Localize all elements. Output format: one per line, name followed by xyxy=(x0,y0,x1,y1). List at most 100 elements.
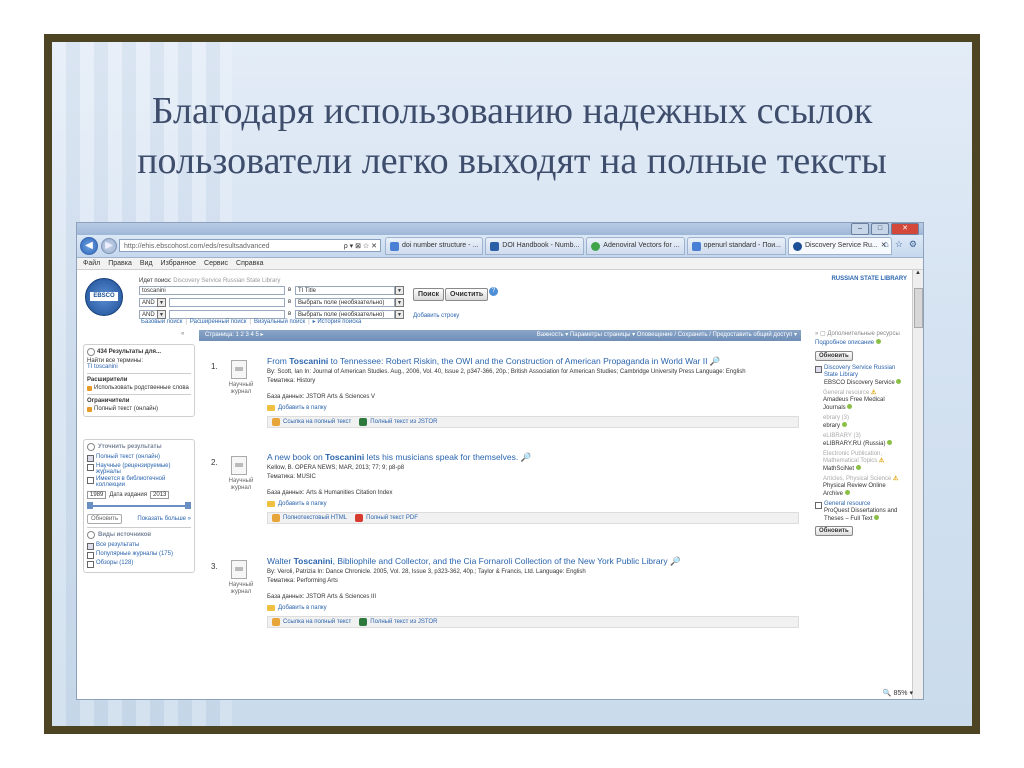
journal-icon[interactable] xyxy=(231,560,247,579)
resource-item[interactable]: General resource ProQuest Dissertations a… xyxy=(815,501,907,523)
html-fulltext-link[interactable]: Полнотекстовый HTML xyxy=(272,514,347,522)
search-history-link[interactable]: ▸ История поиска xyxy=(313,319,362,325)
tab-discovery-service[interactable]: Discovery Service Ru... ✕ xyxy=(788,237,892,255)
jstor-link[interactable]: Полный текст из JSTOR xyxy=(359,418,437,426)
menu-view[interactable]: Вид xyxy=(140,258,153,269)
chevron-down-icon[interactable]: ▼ xyxy=(395,298,404,307)
expand-icon[interactable] xyxy=(87,531,95,539)
close-icon[interactable]: ✕ xyxy=(891,223,919,235)
advanced-search-link[interactable]: Расширенный поиск xyxy=(190,319,247,325)
menu-favorites[interactable]: Избранное xyxy=(161,258,196,269)
back-button[interactable]: ◀ xyxy=(80,237,98,255)
search-button[interactable]: Поиск xyxy=(413,288,445,301)
add-to-folder-link[interactable]: Добавить в папку xyxy=(267,501,327,507)
checkbox[interactable] xyxy=(815,366,822,373)
slider-handle-left[interactable] xyxy=(87,502,93,509)
search-term-input[interactable]: toscanini xyxy=(139,286,285,295)
zoom-level[interactable]: 🔍 85% ▾ xyxy=(883,689,913,697)
expand-icon[interactable] xyxy=(87,443,95,451)
checkbox[interactable] xyxy=(87,561,94,568)
add-to-folder-link[interactable]: Добавить в папку xyxy=(267,605,327,611)
settings-gear-icon[interactable]: ⚙ xyxy=(909,239,917,250)
journal-icon[interactable] xyxy=(231,456,247,475)
help-icon[interactable]: ? xyxy=(489,287,498,296)
refine-library-collection[interactable]: Имеется в библиотечной коллекции xyxy=(87,476,191,488)
remove-icon[interactable] xyxy=(87,386,92,391)
resource-item[interactable]: ebrary (3) ebrary xyxy=(815,415,907,430)
visual-search-link[interactable]: Визуальный поиск xyxy=(254,319,305,325)
year-to-input[interactable]: 2013 xyxy=(150,491,170,499)
tab-adenoviral[interactable]: Adenoviral Vectors for ... xyxy=(586,237,685,255)
checkbox[interactable] xyxy=(815,502,822,509)
source-all[interactable]: Все результаты xyxy=(87,542,191,550)
source-magazines[interactable]: Популярные журналы (175) xyxy=(87,551,191,559)
detailed-description-link[interactable]: Подробное описание xyxy=(815,339,907,346)
year-from-input[interactable]: 1989 xyxy=(87,491,107,499)
year-slider[interactable] xyxy=(87,502,191,510)
source-reviews[interactable]: Обзоры (128) xyxy=(87,560,191,568)
menu-file[interactable]: Файл xyxy=(83,258,100,269)
checkbox[interactable] xyxy=(87,543,94,550)
right-refresh-button-2[interactable]: Обновить xyxy=(815,526,853,536)
minimize-icon[interactable]: – xyxy=(851,223,869,235)
resource-item[interactable]: Articles, Physical Science ⚠ Physical Rev… xyxy=(815,476,907,498)
journal-icon[interactable] xyxy=(231,360,247,379)
add-to-folder-link[interactable]: Добавить в папку xyxy=(267,405,327,411)
resource-item[interactable]: General resource ⚠ Amadeus Free Medical J… xyxy=(815,390,907,412)
forward-button[interactable]: ▶ xyxy=(101,238,117,254)
refine-peer-reviewed[interactable]: Научные (рецензируемые) журналы xyxy=(87,463,191,475)
checkbox[interactable] xyxy=(87,455,94,462)
field-select-2[interactable]: Выбрать поле (необязательно) xyxy=(295,298,395,307)
maximize-icon[interactable]: □ xyxy=(871,223,889,235)
checkbox[interactable] xyxy=(87,464,94,471)
expander-item[interactable]: Использовать родственные слова xyxy=(87,385,191,391)
checkbox[interactable] xyxy=(87,552,94,559)
add-row-link[interactable]: Добавить строку xyxy=(413,313,459,319)
home-icon[interactable]: ⌂ xyxy=(883,239,888,250)
clear-button[interactable]: Очистить xyxy=(445,288,489,301)
remove-icon[interactable] xyxy=(87,407,92,412)
resource-item[interactable]: Discovery Service Russian State Library E… xyxy=(815,365,907,387)
refine-label: Научные (рецензируемые) журналы xyxy=(96,463,171,475)
menu-edit[interactable]: Правка xyxy=(108,258,132,269)
preview-icon[interactable]: 🔎 xyxy=(710,356,721,366)
collapse-left-icon[interactable]: « xyxy=(181,331,184,337)
resource-item[interactable]: eLIBRARY (3) eLIBRARY.RU (Russia) xyxy=(815,433,907,448)
right-refresh-button[interactable]: Обновить xyxy=(815,351,853,361)
results-options[interactable]: Важность ▾ Параметры страницы ▾ Оповещен… xyxy=(537,330,797,341)
preview-icon[interactable]: 🔎 xyxy=(670,556,681,566)
basic-search-link[interactable]: Базовый поиск xyxy=(141,319,182,325)
search-row-2-input[interactable] xyxy=(169,298,285,307)
favorites-star-icon[interactable]: ☆ xyxy=(895,239,903,250)
scroll-up-icon[interactable]: ▲ xyxy=(913,270,923,276)
tab-doi-number[interactable]: doi number structure - ... xyxy=(385,237,484,255)
refresh-button[interactable]: Обновить xyxy=(87,514,123,524)
pagination[interactable]: Страница: 1 2 3 4 5 ▸ xyxy=(205,330,264,341)
fulltext-link[interactable]: Ссылка на полный текст xyxy=(272,618,351,626)
fulltext-link[interactable]: Ссылка на полный текст xyxy=(272,418,351,426)
preview-icon[interactable]: 🔎 xyxy=(521,452,532,462)
field-select-1[interactable]: TI Title xyxy=(295,286,395,295)
checkbox[interactable] xyxy=(87,477,94,484)
address-bar[interactable]: http://ehis.ebscohost.com/eds/resultsadv… xyxy=(119,239,381,252)
scroll-thumb[interactable] xyxy=(914,288,923,328)
resource-item[interactable]: Electronic Publication, Mathematical Top… xyxy=(815,451,907,473)
address-controls[interactable]: ρ ▾ ⊠ ☆ ✕ xyxy=(344,240,377,251)
result-title[interactable]: Walter Toscanini, Bibliophile and Collec… xyxy=(267,556,681,567)
refine-fulltext[interactable]: Полный текст (онлайн) xyxy=(87,454,191,462)
page-scrollbar[interactable]: ▲ xyxy=(912,270,923,699)
chevron-down-icon[interactable]: ▼ xyxy=(395,310,404,319)
chevron-down-icon[interactable]: ▼ xyxy=(395,286,404,295)
menu-help[interactable]: Справка xyxy=(236,258,263,269)
slider-handle-right[interactable] xyxy=(185,502,191,509)
tab-openurl[interactable]: openurl standard - Пои... xyxy=(686,237,786,255)
pdf-fulltext-link[interactable]: Полный текст PDF xyxy=(355,514,418,522)
limiter-item[interactable]: Полный текст (онлайн) xyxy=(87,406,191,412)
tab-doi-handbook[interactable]: DOI Handbook - Numb... xyxy=(485,237,585,255)
chevron-down-icon[interactable]: ▼ xyxy=(157,298,166,307)
result-title[interactable]: A new book on Toscanini lets his musicia… xyxy=(267,452,531,463)
show-more-link[interactable]: Показать больше » xyxy=(137,516,191,522)
result-title[interactable]: From Toscanini to Tennessee: Robert Risk… xyxy=(267,356,720,367)
menu-tools[interactable]: Сервис xyxy=(204,258,228,269)
jstor-link[interactable]: Полный текст из JSTOR xyxy=(359,618,437,626)
